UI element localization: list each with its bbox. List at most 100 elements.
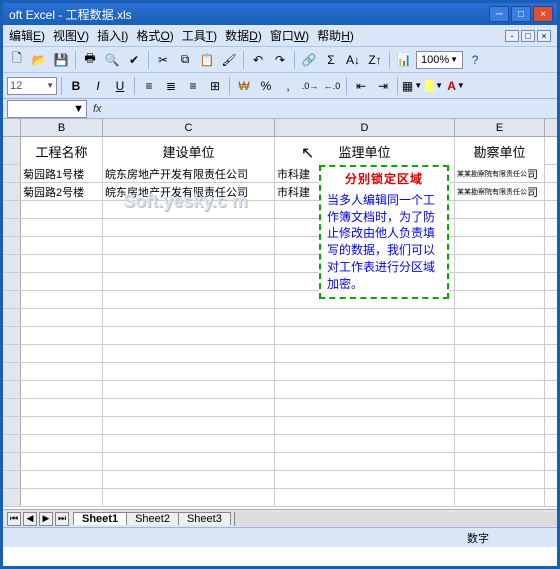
row-header[interactable] (3, 453, 21, 470)
cell[interactable] (21, 219, 103, 236)
doc-restore-button[interactable]: □ (521, 30, 535, 42)
row-header[interactable] (3, 291, 21, 308)
row-header[interactable] (3, 273, 21, 290)
row-header[interactable] (3, 489, 21, 506)
cell[interactable] (21, 435, 103, 452)
cell[interactable] (275, 345, 455, 362)
sheet-tab[interactable]: Sheet1 (73, 512, 127, 525)
chart-button[interactable]: 📊 (394, 50, 414, 70)
cell[interactable] (455, 345, 545, 362)
cell[interactable] (455, 435, 545, 452)
cell[interactable] (103, 471, 275, 488)
paste-button[interactable]: 📋 (197, 50, 217, 70)
cell[interactable] (275, 417, 455, 434)
cell[interactable] (21, 399, 103, 416)
row-header[interactable] (3, 183, 21, 200)
cell[interactable] (21, 363, 103, 380)
cell[interactable] (455, 471, 545, 488)
select-all-corner[interactable] (3, 119, 21, 136)
sort-asc-button[interactable]: A↓ (343, 50, 363, 70)
underline-button[interactable]: U (110, 76, 130, 96)
new-button[interactable]: 🗋 (7, 50, 27, 70)
dec-decimal-button[interactable]: ←.0 (322, 76, 342, 96)
comma-button[interactable]: , (278, 76, 298, 96)
cut-button[interactable]: ✂ (153, 50, 173, 70)
cell[interactable] (21, 291, 103, 308)
cell[interactable] (103, 201, 275, 218)
doc-close-button[interactable]: × (537, 30, 551, 42)
row-header[interactable] (3, 417, 21, 434)
cell[interactable] (275, 453, 455, 470)
cell[interactable] (455, 237, 545, 254)
dec-indent-button[interactable]: ⇤ (351, 76, 371, 96)
cell[interactable] (103, 291, 275, 308)
cell[interactable] (103, 219, 275, 236)
row-header[interactable] (3, 165, 21, 182)
row-header[interactable] (3, 381, 21, 398)
cell[interactable]: 监理单位 (275, 137, 455, 165)
cell[interactable] (275, 327, 455, 344)
row-header[interactable] (3, 471, 21, 488)
cell[interactable] (103, 363, 275, 380)
menu-item[interactable]: 帮助H) (317, 27, 354, 44)
cell[interactable] (103, 381, 275, 398)
cell[interactable]: 建设单位 (103, 137, 275, 165)
tab-next-button[interactable]: ▶ (39, 512, 53, 526)
fill-color-button[interactable]: ▼ (424, 76, 444, 96)
cell[interactable] (275, 399, 455, 416)
row-header[interactable] (3, 345, 21, 362)
menu-item[interactable]: 数据D) (225, 27, 262, 44)
col-header-E[interactable]: E (455, 119, 545, 136)
cell[interactable] (455, 381, 545, 398)
copy-button[interactable]: ⧉ (175, 50, 195, 70)
menu-item[interactable]: 工具T) (182, 27, 217, 44)
cell[interactable]: 菊园路1号楼 (21, 165, 103, 182)
cell[interactable] (103, 399, 275, 416)
cell[interactable] (275, 363, 455, 380)
col-header-C[interactable]: C (103, 119, 275, 136)
cell[interactable] (455, 453, 545, 470)
cell[interactable] (455, 273, 545, 290)
col-header-B[interactable]: B (21, 119, 103, 136)
borders-button[interactable]: ▦▼ (402, 76, 422, 96)
cell[interactable] (455, 399, 545, 416)
inc-decimal-button[interactable]: .0→ (300, 76, 320, 96)
cell[interactable] (455, 309, 545, 326)
menu-item[interactable]: 格式O) (136, 27, 173, 44)
cell[interactable]: 皖东房地产开发有限责任公司 (103, 165, 275, 182)
hscroll-track[interactable] (234, 512, 557, 526)
row-header[interactable] (3, 201, 21, 218)
spell-button[interactable]: ✔ (124, 50, 144, 70)
cell[interactable] (455, 327, 545, 344)
sheet-tab[interactable]: Sheet2 (126, 512, 179, 525)
cell[interactable] (21, 489, 103, 506)
row-header[interactable] (3, 435, 21, 452)
tab-prev-button[interactable]: ◀ (23, 512, 37, 526)
cell[interactable] (21, 327, 103, 344)
cell[interactable] (103, 345, 275, 362)
print-button[interactable]: 🖶 (80, 50, 100, 70)
cell[interactable] (103, 327, 275, 344)
merge-button[interactable]: ⊞ (205, 76, 225, 96)
cell[interactable] (275, 435, 455, 452)
cell[interactable] (275, 471, 455, 488)
cell[interactable] (455, 201, 545, 218)
cell[interactable] (21, 309, 103, 326)
cell[interactable]: 某某勘察院有限责任公司 (455, 183, 545, 200)
cell[interactable] (275, 489, 455, 506)
align-left-button[interactable]: ≡ (139, 76, 159, 96)
menu-item[interactable]: 视图V) (53, 27, 89, 44)
close-button[interactable]: × (533, 6, 553, 22)
font-color-button[interactable]: A▼ (446, 76, 466, 96)
minimize-button[interactable]: ─ (489, 6, 509, 22)
cell[interactable] (21, 381, 103, 398)
maximize-button[interactable]: □ (511, 6, 531, 22)
cell[interactable]: 皖东房地产开发有限责任公司 (103, 183, 275, 200)
tab-first-button[interactable]: ⏮ (7, 512, 21, 526)
col-header-D[interactable]: D (275, 119, 455, 136)
cell[interactable] (21, 453, 103, 470)
spreadsheet-grid[interactable]: BCDE 工程名称建设单位监理单位勘察单位菊园路1号楼皖东房地产开发有限责任公司… (3, 119, 557, 509)
fontsize-selector[interactable]: 12▼ (7, 77, 57, 95)
cell[interactable] (103, 309, 275, 326)
menu-item[interactable]: 窗口W) (270, 27, 309, 44)
